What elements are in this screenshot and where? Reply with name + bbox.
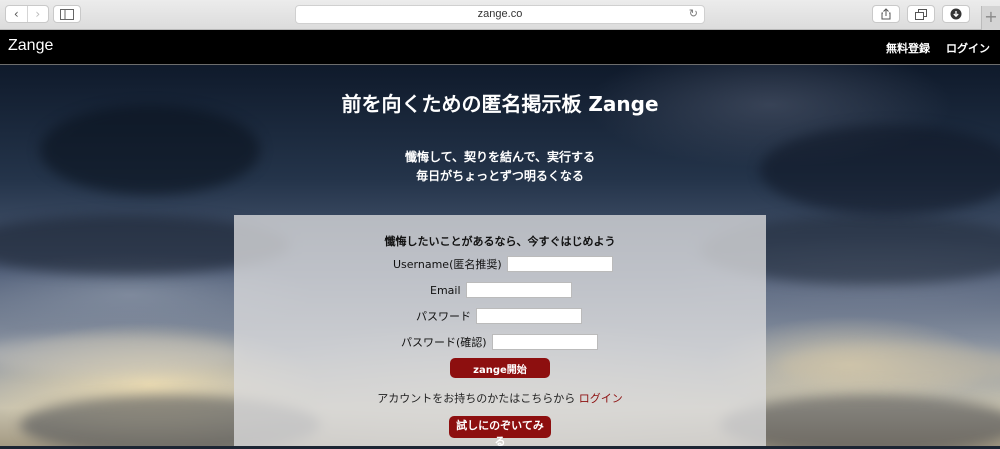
username-input[interactable] — [506, 256, 613, 272]
signup-link[interactable]: 無料登録 — [886, 40, 930, 56]
signup-panel: 懺悔したいことがあるなら、今すぐはじめよう Username(匿名推奨) Ema… — [234, 215, 766, 448]
password-confirm-input[interactable] — [491, 334, 598, 350]
account-prompt: アカウントをお持ちのかたはこちらから ログイン — [234, 390, 766, 406]
login-link[interactable]: ログイン — [946, 40, 990, 56]
account-prompt-text: アカウントをお持ちのかたはこちらから — [377, 392, 576, 405]
page-title: 前を向くための匿名掲示板 Zange — [341, 92, 659, 116]
reload-icon[interactable]: ↻ — [689, 6, 698, 23]
email-field: Email — [430, 282, 572, 298]
plus-icon[interactable]: + — [981, 6, 1000, 30]
email-label: Email — [430, 283, 461, 297]
sidebar-icon[interactable] — [53, 5, 81, 23]
username-label: Username(匿名推奨) — [393, 258, 502, 271]
chevron-left-icon[interactable]: ‹ — [6, 6, 27, 22]
site-header: Zange 無料登録 ログイン — [0, 30, 1000, 65]
tagline-line-1: 懺悔して、契りを結んで、実行する — [405, 150, 595, 164]
password-label: パスワード — [416, 310, 471, 323]
url-text: zange.co — [477, 8, 523, 20]
panel-login-link[interactable]: ログイン — [579, 392, 623, 405]
browser-toolbar: ‹ › zange.co ↻ + — [0, 0, 1000, 30]
password-field: パスワード — [416, 308, 582, 324]
start-button[interactable]: zange開始 — [450, 358, 550, 378]
username-field: Username(匿名推奨) — [393, 256, 613, 272]
signup-title: 懺悔したいことがあるなら、今すぐはじめよう — [384, 235, 616, 248]
tabs-icon[interactable] — [907, 5, 935, 23]
tagline-line-2: 毎日がちょっとずつ明るくなる — [416, 169, 584, 183]
address-bar[interactable]: zange.co ↻ — [295, 5, 705, 24]
password-confirm-label: パスワード(確認) — [401, 336, 487, 349]
password-confirm-field: パスワード(確認) — [401, 334, 598, 350]
email-input[interactable] — [465, 282, 572, 298]
try-preview-button[interactable]: 試しにのぞいてみる — [449, 416, 551, 448]
brand-logo[interactable]: Zange — [8, 37, 53, 55]
share-icon[interactable] — [872, 5, 900, 23]
download-icon[interactable] — [942, 5, 970, 23]
chevron-right-icon[interactable]: › — [26, 6, 49, 22]
history-buttons: ‹ › — [5, 5, 49, 23]
header-nav: 無料登録 ログイン — [886, 40, 990, 56]
password-input[interactable] — [476, 308, 582, 324]
